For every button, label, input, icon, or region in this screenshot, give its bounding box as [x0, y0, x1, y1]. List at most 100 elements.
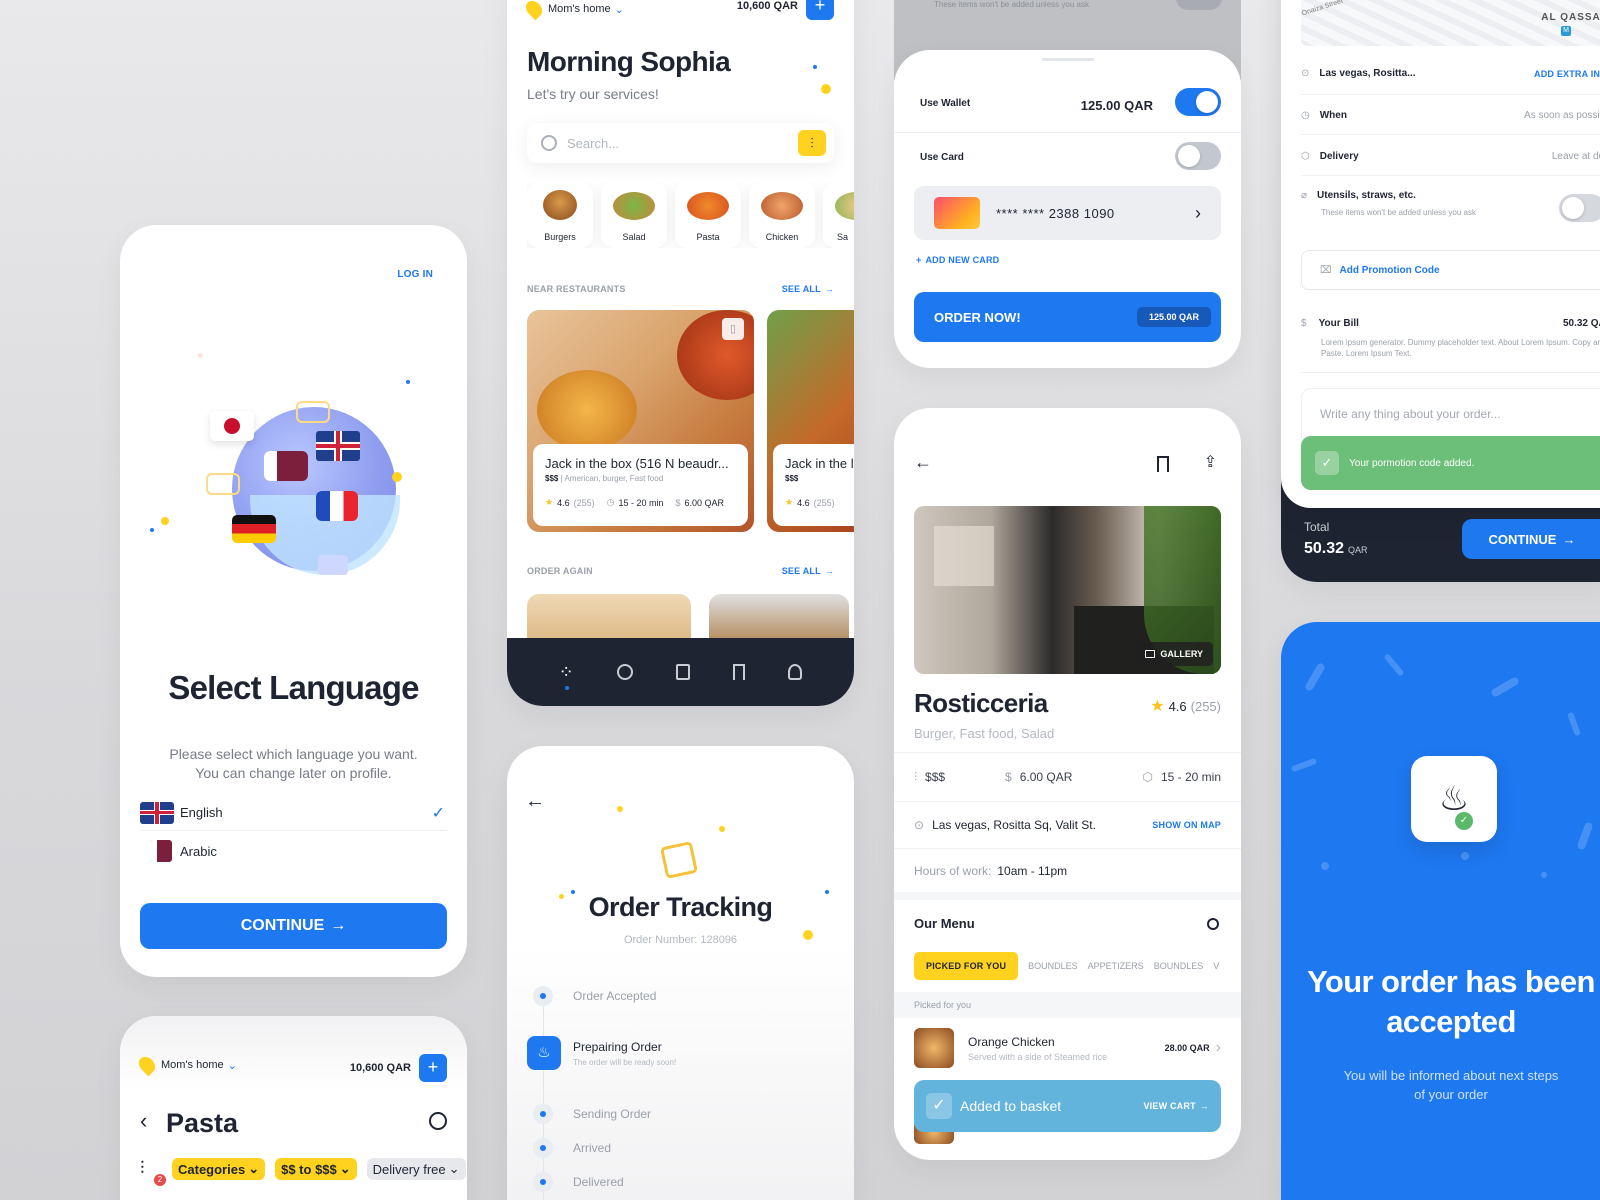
- see-all-link[interactable]: SEE ALL →: [782, 284, 834, 294]
- category-salad[interactable]: Salad: [601, 182, 667, 248]
- language-screen: LOG IN Select Language Please select whi…: [120, 225, 467, 977]
- utensils-label: Utensils, straws, etc.: [1317, 190, 1416, 201]
- location-selector[interactable]: Mom's home ⌄: [522, 0, 624, 21]
- location-selector[interactable]: Mom's home ⌄: [135, 1053, 237, 1077]
- gallery-label: GALLERY: [1160, 649, 1203, 659]
- show-map-link[interactable]: SHOW ON MAP: [1152, 820, 1221, 830]
- step-label: Delivered: [573, 1175, 624, 1189]
- bag-icon[interactable]: [676, 664, 691, 680]
- utensils-toggle[interactable]: [1559, 194, 1600, 222]
- menu-item[interactable]: Orange Chicken Served with a side of Ste…: [914, 1026, 1221, 1070]
- order-note-input[interactable]: Write any thing about your order...: [1301, 388, 1600, 438]
- tab-boundles[interactable]: BOUNDLES: [1028, 961, 1078, 971]
- star-icon: ★: [1150, 698, 1165, 715]
- category-partial[interactable]: Sa: [823, 182, 854, 248]
- login-link[interactable]: LOG IN: [397, 269, 433, 280]
- arrow-right-icon: →: [330, 917, 347, 934]
- category-pasta[interactable]: Pasta: [675, 182, 741, 248]
- filter-categories-chip[interactable]: Categories ⌄: [172, 1158, 266, 1180]
- bookmark-icon[interactable]: ▯: [722, 318, 744, 340]
- view-cart-link[interactable]: VIEW CART →: [1143, 1101, 1209, 1111]
- step-dot: [533, 986, 553, 1006]
- bill-amount: 50.32 QAR: [1562, 318, 1600, 329]
- filter-price-chip[interactable]: $$ to $$$ ⌄: [275, 1158, 357, 1180]
- search-icon: [541, 135, 557, 151]
- search-placeholder: Search...: [567, 135, 620, 151]
- home-screen: Mom's home ⌄ 10,600 QAR + Morning Sophia…: [507, 0, 854, 706]
- restaurant-card[interactable]: ▯ Jack in the box (516 N beaudr... $$$ |…: [527, 310, 754, 532]
- search-bar[interactable]: Search... ⫶: [527, 123, 834, 163]
- flag-germany-icon: [232, 515, 276, 543]
- order-now-button[interactable]: ORDER NOW! 125.00 QAR: [914, 292, 1221, 342]
- grid-icon[interactable]: ⁘: [559, 662, 574, 690]
- card-toggle[interactable]: [1175, 142, 1221, 170]
- saved-card[interactable]: **** **** 2388 1090 ›: [914, 186, 1221, 240]
- tab-boundles-2[interactable]: BOUNDLES: [1154, 961, 1204, 971]
- flag-uk-icon: [140, 801, 174, 824]
- see-all-link[interactable]: SEE ALL →: [782, 566, 834, 576]
- location-pin-icon: [522, 0, 546, 21]
- tab-partial[interactable]: V: [1213, 961, 1219, 971]
- restaurant-name: Jack in the l: [785, 456, 854, 471]
- wallet-balance: 10,600 QAR: [349, 1062, 411, 1074]
- filter-icon[interactable]: ⫶: [140, 1158, 145, 1179]
- chevron-right-icon: ›: [1215, 1039, 1221, 1056]
- chip-label: Categories: [178, 1161, 246, 1177]
- delivery-value[interactable]: Leave at door: [1552, 151, 1600, 162]
- chevron-down-icon: ⌄: [614, 3, 624, 16]
- tab-picked-for-you[interactable]: PICKED FOR YOU: [914, 952, 1019, 980]
- filter-button[interactable]: ⫶: [798, 130, 826, 156]
- continue-label: CONTINUE: [1488, 531, 1557, 547]
- promo-label: Add Promotion Code: [1339, 264, 1440, 276]
- search-icon[interactable]: [616, 664, 633, 680]
- profile-icon[interactable]: [788, 664, 803, 680]
- step-label: Prepairing Order: [573, 1039, 662, 1054]
- add-button[interactable]: +: [419, 1054, 447, 1082]
- bottom-nav: ⁘: [507, 638, 854, 706]
- share-icon[interactable]: ⇪: [1204, 452, 1217, 472]
- drag-handle[interactable]: [1042, 58, 1094, 61]
- restaurant-price: $$$: [545, 474, 559, 483]
- language-option-arabic[interactable]: Arabic: [140, 833, 447, 869]
- filter-delivery-chip[interactable]: Delivery free ⌄: [366, 1158, 466, 1180]
- checkmark-icon: ✓: [431, 804, 445, 822]
- search-icon[interactable]: [429, 1112, 447, 1130]
- menu-item-image: [914, 1028, 954, 1068]
- category-burgers[interactable]: Burgers: [527, 182, 593, 248]
- add-card-link[interactable]: + ADD NEW CARD: [916, 255, 999, 265]
- back-icon[interactable]: ←: [914, 452, 932, 473]
- card-label: Use Card: [920, 152, 964, 163]
- bookmark-icon[interactable]: [1157, 456, 1169, 472]
- wallet-toggle[interactable]: [1175, 88, 1221, 116]
- continue-button[interactable]: CONTINUE →: [140, 903, 447, 949]
- order-again-heading: ORDER AGAIN: [527, 566, 593, 576]
- language-option-english[interactable]: English ✓: [140, 795, 447, 831]
- checkout-continue-button[interactable]: CONTINUE →: [1462, 519, 1600, 559]
- order-note-placeholder: Write any thing about your order...: [1320, 407, 1501, 421]
- back-icon[interactable]: ‹: [140, 1108, 147, 1134]
- tab-appetizers[interactable]: APPETIZERS: [1088, 961, 1144, 971]
- bill-description: Lorem ipsum generator. Dummy placeholder…: [1321, 338, 1600, 358]
- hours-value: 10am - 11pm: [997, 864, 1068, 878]
- chevron-down-icon: ⌄: [227, 1059, 237, 1072]
- gift-icon: ⌧: [1320, 264, 1332, 276]
- flag-qatar-icon: [264, 451, 308, 481]
- flag-qatar-icon: [150, 840, 172, 862]
- restaurant-card[interactable]: Jack in the l $$$ ★ 4.6 (255): [767, 310, 854, 532]
- search-icon[interactable]: [1207, 918, 1219, 930]
- bookmark-icon[interactable]: [733, 664, 746, 680]
- arrow-right-icon: →: [1562, 531, 1576, 547]
- restaurant-fee: 6.00 QAR: [684, 497, 725, 508]
- category-chicken[interactable]: Chicken: [749, 182, 815, 248]
- add-button[interactable]: +: [806, 0, 834, 20]
- extra-info-link[interactable]: ADD EXTRA INFO: [1534, 69, 1600, 79]
- hours-label: Hours of work:: [914, 864, 992, 878]
- gallery-button[interactable]: GALLERY: [1135, 642, 1213, 666]
- flag-japan-icon: [210, 411, 254, 441]
- when-value[interactable]: As soon as possible: [1524, 110, 1600, 121]
- back-icon[interactable]: ←: [525, 790, 545, 813]
- chevron-right-icon: ›: [1195, 202, 1201, 223]
- cooking-icon: ♨: [527, 1036, 561, 1070]
- restaurant-rating: 4.6: [797, 497, 810, 508]
- promo-code-row[interactable]: ⌧ Add Promotion Code ›: [1301, 250, 1600, 290]
